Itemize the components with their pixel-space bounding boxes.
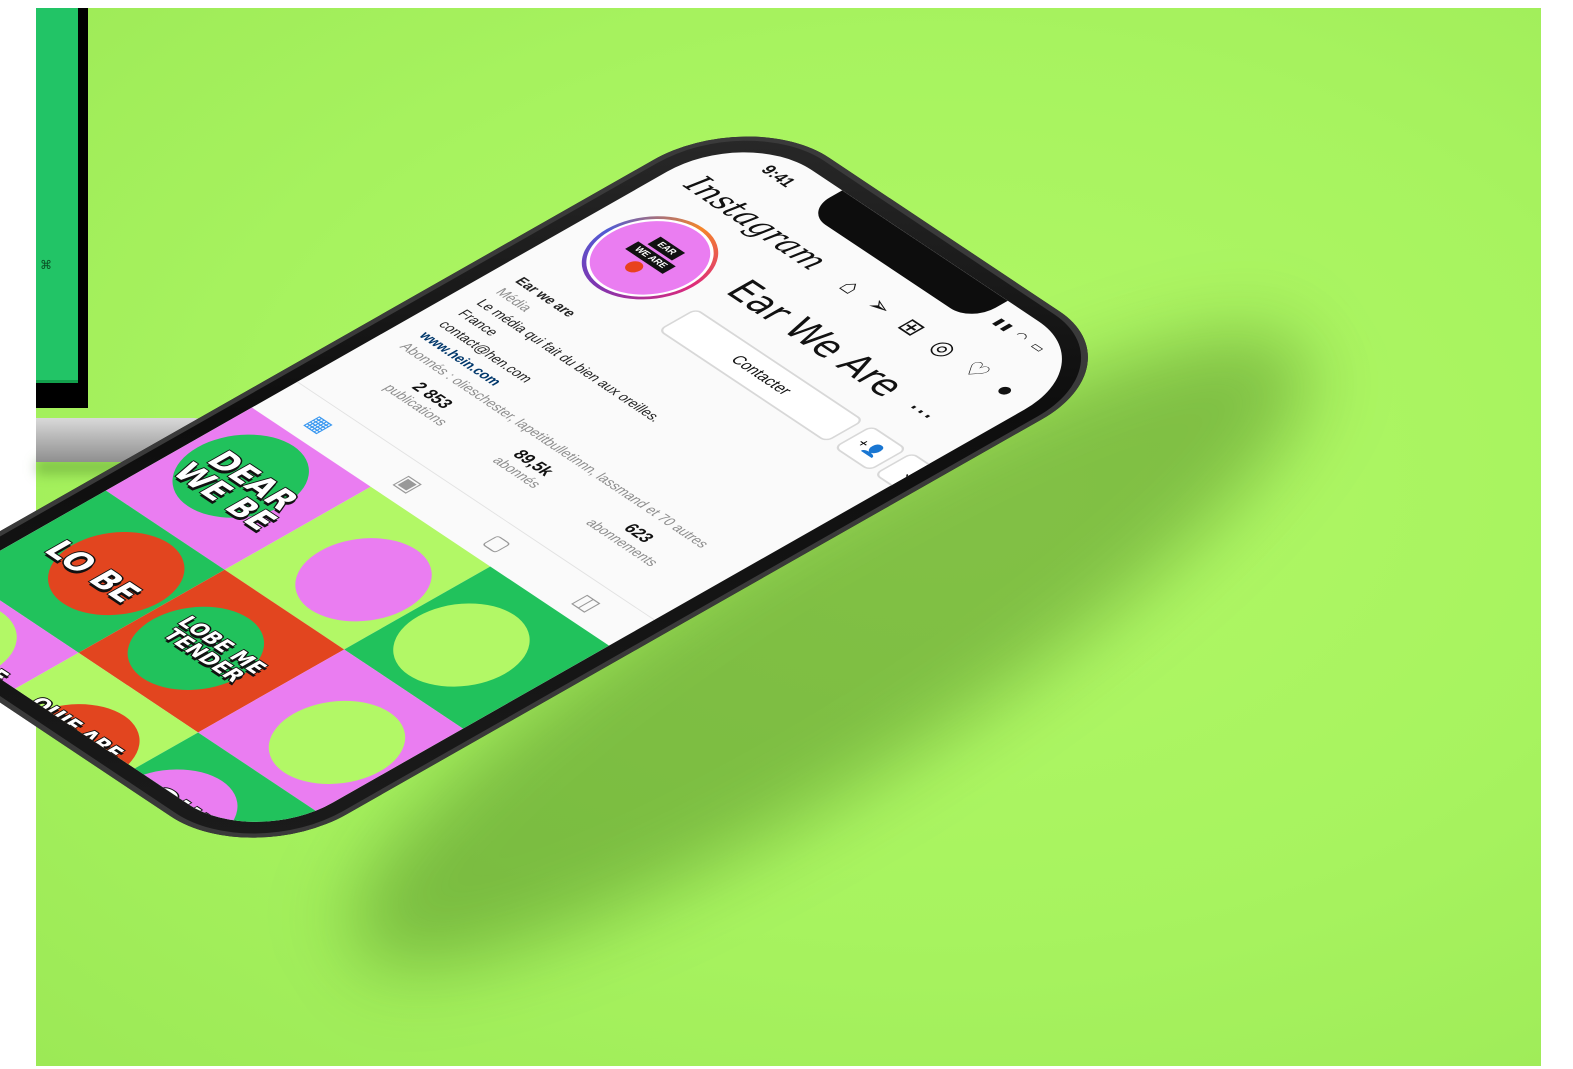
status-time: 9:41 (756, 162, 801, 190)
tagged-icon[interactable]: ◫ (566, 590, 608, 615)
profile-icon[interactable]: ● (987, 378, 1026, 401)
reels-icon[interactable]: ▣ (388, 471, 430, 496)
direct-icon[interactable]: ➢ (859, 293, 902, 319)
more-options-icon[interactable]: ··· (894, 397, 945, 428)
phone-mockup: 9:41 ▮▮ ◠ ▭ Instagram ⌂ ➢ ⊞ ◎ ♡ ● EAR WE (0, 0, 1573, 1069)
explore-icon[interactable]: ◎ (922, 335, 966, 361)
status-icons: ▮▮ ◠ ▭ (990, 315, 1053, 356)
post-tile[interactable]: EAR WE GO (0, 815, 171, 848)
post-tile[interactable]: OUIE BELONG TOGETHER (0, 735, 52, 848)
tile-text: EAR WE GO (0, 841, 126, 848)
igtv-icon[interactable]: ▢ (477, 531, 519, 556)
tile-shape (73, 752, 266, 848)
tile-text: OUIE BELONG TOGETHER (0, 762, 6, 848)
grid-icon[interactable]: ▦ (299, 412, 341, 437)
tile-shape (0, 687, 168, 805)
home-icon[interactable]: ⌂ (832, 275, 871, 298)
heart-icon[interactable]: ♡ (954, 357, 998, 384)
new-post-icon[interactable]: ⊞ (891, 314, 933, 340)
